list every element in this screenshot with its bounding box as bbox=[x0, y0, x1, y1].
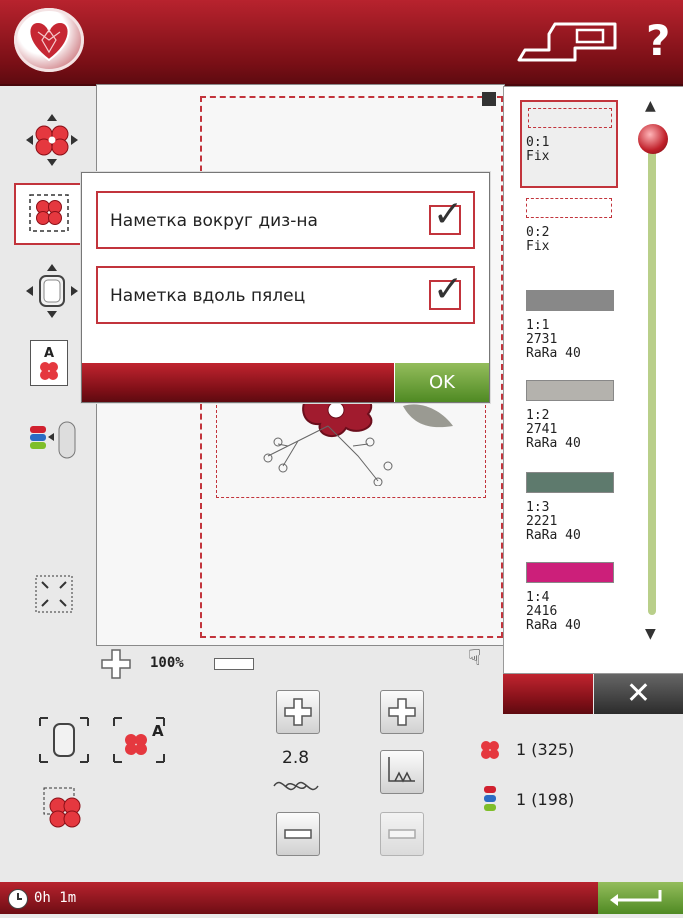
color-item-line3: RaRa 40 bbox=[526, 528, 581, 543]
dialog-red-bar bbox=[82, 363, 394, 402]
color-item-line2: 2741 bbox=[526, 422, 558, 437]
option-label: Наметка вдоль пялец bbox=[110, 286, 306, 306]
stitch-width-decrease-button[interactable] bbox=[276, 812, 320, 856]
stitch-density-icon[interactable] bbox=[380, 750, 424, 794]
thread-swatch bbox=[526, 562, 614, 583]
close-icon: ✕ bbox=[625, 676, 652, 711]
corner-check-icon[interactable] bbox=[34, 574, 74, 618]
checkbox[interactable]: ✓ bbox=[429, 270, 463, 310]
close-button[interactable]: ✕ bbox=[594, 674, 683, 714]
stitch-width-value: 2.8 bbox=[282, 748, 310, 768]
color-item-1-1[interactable]: 1:1 2731 RaRa 40 bbox=[526, 290, 614, 361]
basting-dialog: Наметка вокруг диз-на ✓ Наметка вдоль пя… bbox=[81, 172, 490, 403]
option-basting-around-design[interactable]: Наметка вокруг диз-на ✓ bbox=[96, 191, 475, 249]
svg-text:A: A bbox=[152, 722, 164, 740]
stitch-time: 0h 1m bbox=[34, 890, 77, 906]
stitch-density-decrease-button[interactable] bbox=[380, 812, 424, 856]
basting-button[interactable] bbox=[14, 183, 82, 245]
color-item-line1: 0:1 bbox=[526, 135, 550, 150]
color-list-scrollbar[interactable] bbox=[648, 140, 656, 615]
color-item-0-1[interactable]: 0:1 Fix bbox=[520, 100, 618, 188]
checkmark-icon: ✓ bbox=[433, 269, 464, 310]
color-item-line2: 2221 bbox=[526, 514, 558, 529]
status-bar bbox=[0, 882, 683, 914]
color-item-1-2[interactable]: 1:2 2741 RaRa 40 bbox=[526, 380, 614, 451]
design-count: 1 (325) bbox=[516, 740, 575, 759]
hoop-select-icon[interactable] bbox=[38, 716, 90, 768]
design-count-icon bbox=[478, 738, 502, 766]
color-item-line2: Fix bbox=[526, 149, 550, 164]
move-hoop-icon[interactable] bbox=[24, 262, 78, 318]
basting-icon bbox=[29, 194, 69, 232]
pan-hand-icon[interactable]: ☟ bbox=[468, 646, 481, 671]
return-arrow-icon bbox=[610, 890, 662, 906]
checkbox[interactable]: ✓ bbox=[429, 195, 463, 235]
zoom-in-icon[interactable] bbox=[100, 648, 132, 684]
color-item-line1: 1:3 bbox=[526, 500, 550, 515]
color-sort-icon[interactable] bbox=[26, 420, 82, 464]
checkmark-icon: ✓ bbox=[433, 194, 464, 235]
back-button[interactable] bbox=[598, 882, 683, 914]
stitch-width-increase-button[interactable] bbox=[276, 690, 320, 734]
color-item-line1: 1:4 bbox=[526, 590, 550, 605]
color-item-1-4[interactable]: 1:4 2416 RaRa 40 bbox=[526, 562, 614, 633]
color-item-line3: RaRa 40 bbox=[526, 436, 581, 451]
color-item-1-3[interactable]: 1:3 2221 RaRa 40 bbox=[526, 472, 614, 543]
color-count-icon bbox=[482, 784, 498, 818]
zoom-out-icon[interactable] bbox=[214, 658, 254, 670]
color-item-line2: 2731 bbox=[526, 332, 558, 347]
thread-swatch bbox=[526, 472, 614, 493]
option-basting-along-hoop[interactable]: Наметка вдоль пялец ✓ bbox=[96, 266, 475, 324]
color-item-line1: 1:1 bbox=[526, 318, 550, 333]
thread-swatch bbox=[526, 290, 614, 311]
color-item-line2: 2416 bbox=[526, 604, 558, 619]
field-corner-marker bbox=[482, 92, 496, 106]
color-count: 1 (198) bbox=[516, 790, 575, 809]
panel-red-bar bbox=[503, 674, 593, 714]
stitch-width-icon bbox=[272, 774, 326, 802]
svg-text:A: A bbox=[44, 346, 54, 361]
sewing-machine-icon[interactable] bbox=[515, 20, 630, 72]
scroll-knob[interactable] bbox=[638, 124, 668, 154]
design-edit-icon[interactable] bbox=[40, 786, 94, 838]
heart-logo-icon[interactable] bbox=[14, 8, 84, 72]
basting-swatch bbox=[526, 198, 612, 218]
color-item-0-2[interactable]: 0:2 Fix bbox=[520, 194, 618, 264]
clock-icon bbox=[8, 889, 28, 909]
color-item-line3: RaRa 40 bbox=[526, 618, 581, 633]
stitch-density-increase-button[interactable] bbox=[380, 690, 424, 734]
scroll-up-icon[interactable]: ▲ bbox=[645, 98, 656, 114]
color-item-line3: RaRa 40 bbox=[526, 346, 581, 361]
thread-swatch bbox=[526, 380, 614, 401]
option-label: Наметка вокруг диз-на bbox=[110, 211, 318, 231]
help-button[interactable]: ? bbox=[646, 16, 670, 65]
color-item-line1: 1:2 bbox=[526, 408, 550, 423]
scroll-down-icon[interactable]: ▼ bbox=[645, 626, 656, 642]
text-in-design-icon[interactable]: A bbox=[30, 340, 68, 386]
move-design-icon[interactable] bbox=[24, 112, 78, 166]
color-item-line1: 0:2 bbox=[526, 225, 550, 240]
basting-swatch bbox=[528, 108, 612, 128]
color-item-line2: Fix bbox=[526, 239, 550, 254]
text-edit-icon[interactable]: A bbox=[112, 716, 166, 768]
ok-button[interactable]: OK bbox=[395, 363, 489, 402]
zoom-value: 100% bbox=[150, 655, 184, 671]
